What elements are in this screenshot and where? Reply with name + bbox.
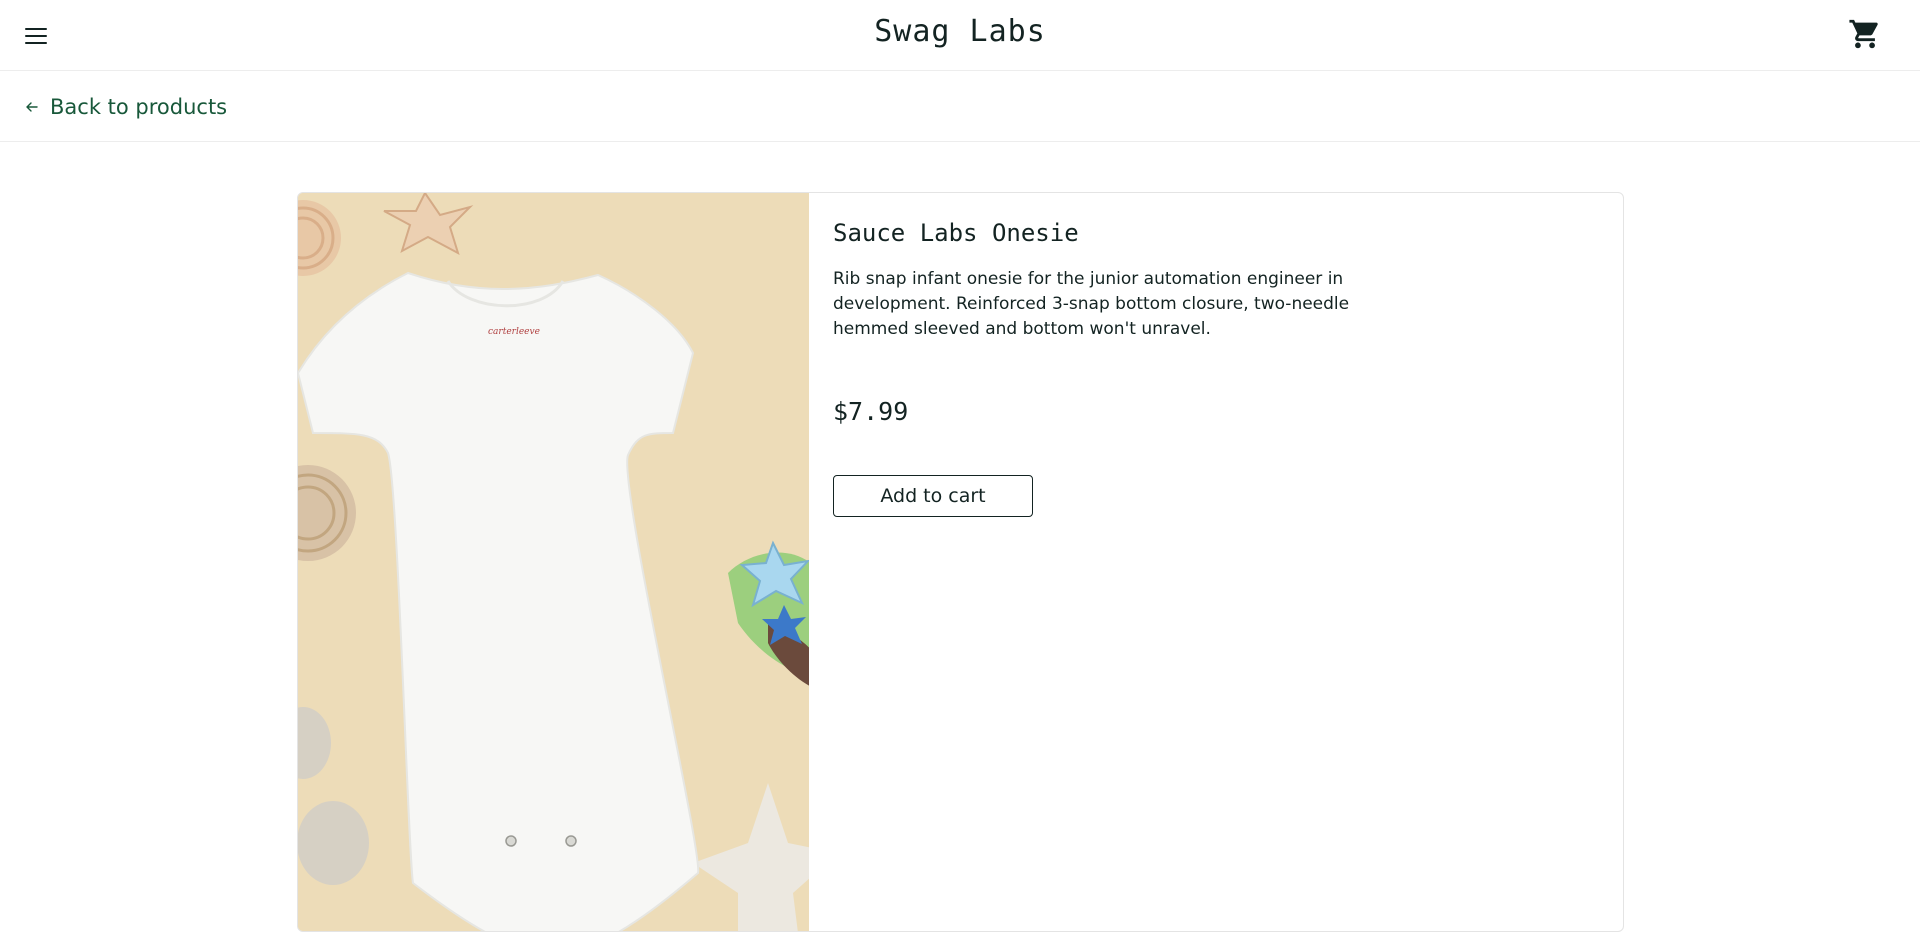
onesie-photo: carterleeve — [298, 193, 809, 931]
onesie-label-text: carterleeve — [488, 327, 540, 337]
app-logo: Swag Labs — [874, 14, 1046, 49]
product-name: Sauce Labs Onesie — [833, 219, 1079, 247]
primary-header: Swag Labs — [0, 0, 1920, 71]
product-price: $7.99 — [833, 397, 909, 426]
shopping-cart-icon — [1849, 19, 1878, 49]
add-to-cart-button[interactable]: Add to cart — [833, 475, 1033, 517]
shopping-cart-link[interactable] — [1848, 17, 1882, 51]
product-description: Rib snap infant onesie for the junior au… — [833, 269, 1350, 339]
back-to-products-button[interactable]: Back to products — [24, 93, 227, 121]
secondary-header: Back to products — [0, 71, 1920, 142]
arrow-left-icon — [26, 102, 38, 112]
product-details-card: carterleeve Sauce Labs Onesie Rib snap i… — [297, 192, 1624, 932]
back-to-products-label: Back to products — [50, 95, 228, 119]
product-image: carterleeve — [298, 193, 809, 931]
